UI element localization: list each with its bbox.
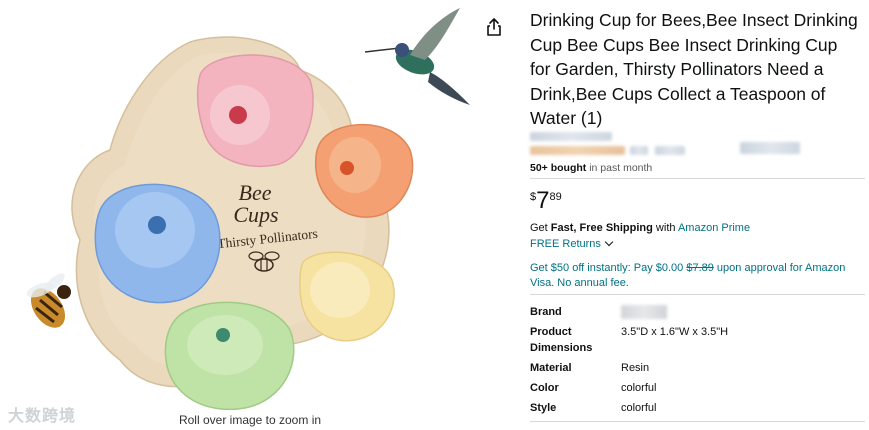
spec-key: Material — [530, 362, 572, 374]
product-details: Drinking Cup for Bees,Bee Insect Drinkin… — [530, 0, 869, 430]
divider — [530, 294, 865, 295]
spec-value: colorful — [621, 382, 657, 394]
yellow-cup — [299, 251, 395, 342]
spec-value: 3.5"D x 1.6"W x 3.5"H — [621, 326, 729, 338]
price-currency: $ — [530, 191, 537, 203]
spec-key: Brand — [530, 306, 562, 318]
price-whole: 7 — [536, 187, 550, 214]
brand-value-blurred — [621, 305, 667, 319]
rating-blur-3 — [630, 146, 648, 155]
shipping-bold: Fast, Free Shipping — [550, 222, 653, 234]
spec-key: Style — [530, 402, 557, 414]
amazon-prime-link[interactable]: Amazon Prime — [678, 222, 750, 234]
product-image[interactable]: Bee Cups Thirsty Pollinators — [0, 0, 520, 430]
spec-value: Resin — [621, 362, 650, 374]
rating-blur-5 — [740, 142, 800, 154]
board-text-line2: Cups — [233, 202, 278, 227]
chevron-down-icon — [604, 237, 614, 247]
product-title: Drinking Cup for Bees,Bee Insect Drinkin… — [530, 10, 858, 128]
shipping-prefix: Get — [530, 222, 551, 234]
shipping-info: Get Fast, Free Shipping with Amazon Prim… — [530, 222, 750, 234]
bee-icon — [26, 273, 71, 328]
price: $789 — [530, 189, 562, 213]
share-button[interactable] — [483, 16, 505, 38]
divider — [530, 421, 865, 422]
rating-blur-1 — [530, 132, 612, 141]
watermark: 大数跨境 — [8, 408, 77, 425]
spec-key: Color — [530, 382, 559, 394]
green-cup — [164, 301, 295, 410]
price-fraction: 89 — [549, 191, 562, 203]
bought-count: 50+ bought — [530, 162, 587, 174]
product-image-area[interactable]: Bee Cups Thirsty Pollinators Roll over i… — [0, 0, 520, 430]
spec-value: colorful — [621, 402, 657, 414]
pink-cup — [196, 54, 314, 167]
divider — [530, 178, 865, 179]
free-returns-label: FREE Returns — [530, 238, 601, 250]
offer-strike-price: $7.89 — [686, 262, 714, 274]
free-returns-link[interactable]: FREE Returns — [530, 237, 614, 250]
bought-in-past-month: 50+ bought in past month — [530, 162, 652, 174]
spec-key: Product Dimensions — [530, 326, 593, 354]
blue-cup — [94, 183, 221, 304]
hummingbird-icon — [364, 8, 470, 105]
share-icon — [487, 18, 501, 36]
offer-part1: Get $50 off instantly: Pay $0.00 — [530, 262, 687, 274]
shipping-middle: with — [652, 222, 678, 234]
rating-blur-2 — [530, 146, 625, 155]
rating-blur-4 — [655, 146, 685, 155]
rating-row-blurred — [530, 132, 869, 156]
bought-suffix: in past month — [586, 162, 653, 174]
visa-offer-link[interactable]: Get $50 off instantly: Pay $0.00 $7.89 u… — [530, 261, 860, 291]
